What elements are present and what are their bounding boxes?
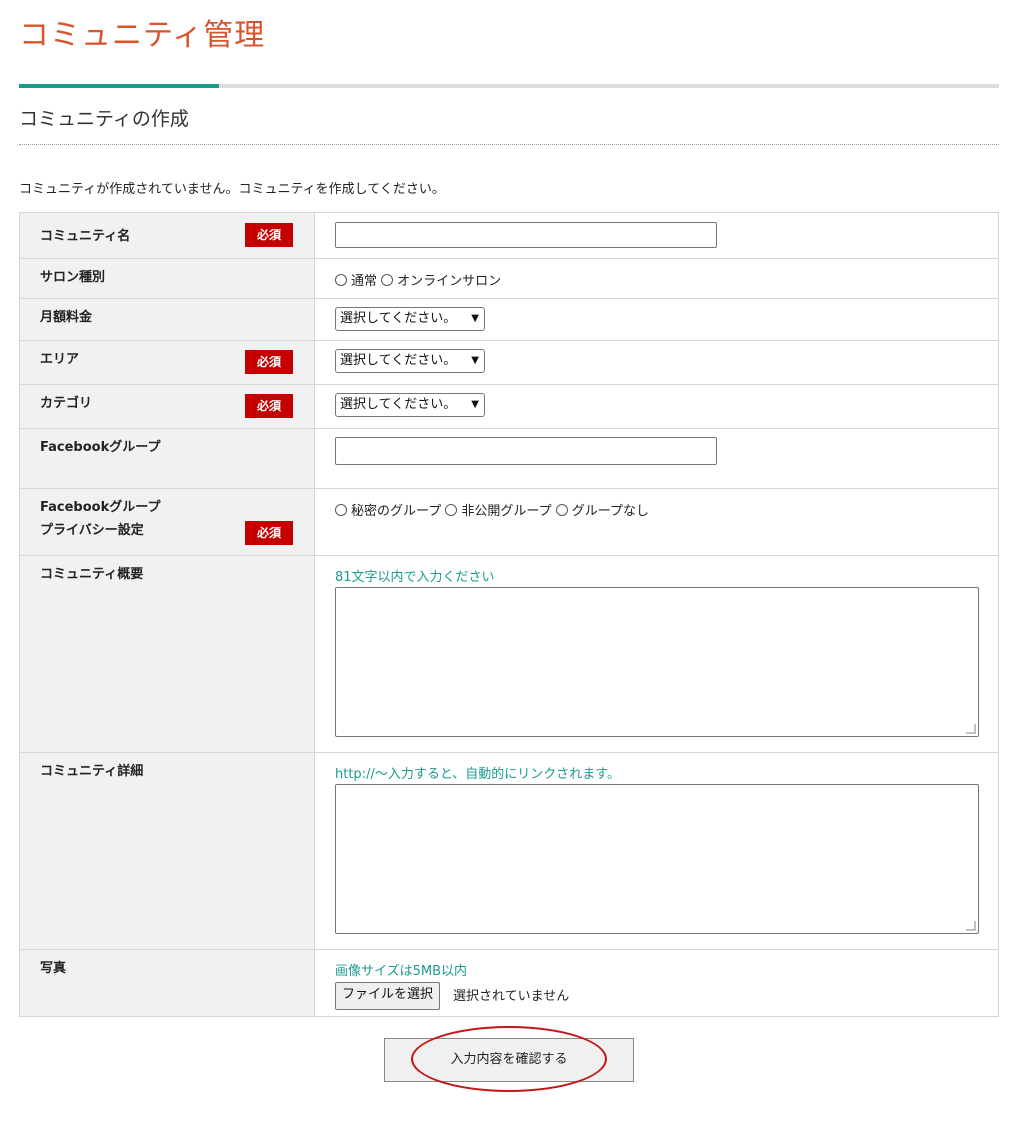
chevron-down-icon: ▼ <box>471 399 479 410</box>
salon-type-options: 通常 オンラインサロン <box>335 270 501 289</box>
required-badge: 必須 <box>245 350 293 374</box>
form-row-salon-type: サロン種別 通常 オンラインサロン <box>19 258 999 299</box>
form-row-monthly-fee: 月額料金 選択してください。 ▼ <box>19 298 999 341</box>
field-cell: 81文字以内で入力ください <box>314 555 999 753</box>
label-cell: 月額料金 <box>19 298 315 341</box>
required-badge: 必須 <box>245 223 293 247</box>
radio-icon[interactable] <box>335 274 347 286</box>
form-row-category: カテゴリ 必須 選択してください。 ▼ <box>19 384 999 429</box>
select-value: 選択してください。 <box>340 353 457 368</box>
form-row-summary: コミュニティ概要 81文字以内で入力ください <box>19 555 999 753</box>
label-cell: コミュニティ名 必須 <box>19 212 315 259</box>
page-title: コミュニティ管理 <box>19 18 266 53</box>
form-row-area: エリア 必須 選択してください。 ▼ <box>19 340 999 385</box>
section-title: コミュニティの作成 <box>19 108 189 130</box>
form-row-detail: コミュニティ詳細 http://～入力すると、自動的にリンクされます。 <box>19 752 999 950</box>
field-cell: 選択してください。 ▼ <box>314 298 999 341</box>
field-cell: 画像サイズは5MB以内 ファイルを選択 選択されていません <box>314 949 999 1017</box>
radio-label[interactable]: オンラインサロン <box>397 274 501 289</box>
field-cell: 選択してください。 ▼ <box>314 340 999 385</box>
facebook-group-input[interactable] <box>335 437 717 465</box>
radio-icon[interactable] <box>335 504 347 516</box>
summary-label: コミュニティ概要 <box>40 567 144 582</box>
form-row-photo: 写真 画像サイズは5MB以内 ファイルを選択 選択されていません <box>19 949 999 1017</box>
photo-hint: 画像サイズは5MB以内 <box>335 964 468 979</box>
radio-label[interactable]: 秘密のグループ <box>351 504 441 519</box>
radio-label[interactable]: 通常 <box>351 274 377 289</box>
title-divider-accent <box>19 84 219 88</box>
field-cell: 秘密のグループ 非公開グループ グループなし <box>314 488 999 556</box>
label-cell: コミュニティ詳細 <box>19 752 315 950</box>
required-badge: 必須 <box>245 394 293 418</box>
chevron-down-icon: ▼ <box>471 313 479 324</box>
label-cell: 写真 <box>19 949 315 1017</box>
salon-type-option-normal[interactable]: 通常 <box>335 274 377 289</box>
category-label: カテゴリ <box>40 396 93 411</box>
file-status: 選択されていません <box>453 989 570 1004</box>
required-badge: 必須 <box>245 521 293 545</box>
select-value: 選択してください。 <box>340 397 457 412</box>
area-label: エリア <box>40 352 80 367</box>
label-cell: エリア 必須 <box>19 340 315 385</box>
facebook-group-label: Facebookグループ <box>40 440 161 455</box>
resize-grip-icon[interactable] <box>966 724 976 734</box>
salon-type-option-online[interactable]: オンラインサロン <box>381 274 501 289</box>
detail-hint: http://～入力すると、自動的にリンクされます。 <box>335 767 621 782</box>
radio-label[interactable]: 非公開グループ <box>461 504 551 519</box>
community-name-label: コミュニティ名 <box>40 229 131 244</box>
detail-textarea[interactable] <box>335 784 979 934</box>
section-divider <box>19 144 999 145</box>
form-row-community-name: コミュニティ名 必須 <box>19 212 999 259</box>
label-cell: サロン種別 <box>19 258 315 299</box>
summary-hint: 81文字以内で入力ください <box>335 570 495 585</box>
category-select[interactable]: 選択してください。 ▼ <box>335 393 485 417</box>
monthly-fee-label: 月額料金 <box>40 310 93 325</box>
fb-privacy-option-none[interactable]: グループなし <box>555 504 649 519</box>
fb-privacy-option-secret[interactable]: 秘密のグループ <box>335 504 441 519</box>
notice-text: コミュニティが作成されていません。コミュニティを作成してください。 <box>19 182 445 197</box>
fb-privacy-options: 秘密のグループ 非公開グループ グループなし <box>335 500 649 519</box>
radio-icon[interactable] <box>381 274 394 286</box>
title-divider <box>19 84 999 88</box>
resize-grip-icon[interactable] <box>966 921 976 931</box>
label-cell: カテゴリ 必須 <box>19 384 315 429</box>
area-select[interactable]: 選択してください。 ▼ <box>335 349 485 373</box>
field-cell <box>314 428 999 489</box>
fb-privacy-label-line2: プライバシー設定 <box>40 523 144 538</box>
summary-textarea[interactable] <box>335 587 979 737</box>
confirm-input-button[interactable]: 入力内容を確認する <box>384 1038 634 1082</box>
file-select-button[interactable]: ファイルを選択 <box>335 982 441 1010</box>
field-cell <box>314 212 999 259</box>
fb-privacy-label-line1: Facebookグループ <box>40 500 161 515</box>
community-form: コミュニティ名 必須 サロン種別 通常 オンラインサロン 月額料金 選択してくだ… <box>19 212 999 1017</box>
form-row-fb-privacy: Facebookグループ プライバシー設定 必須 秘密のグループ 非公開グループ… <box>19 488 999 556</box>
field-cell: http://～入力すると、自動的にリンクされます。 <box>314 752 999 950</box>
field-cell: 通常 オンラインサロン <box>314 258 999 299</box>
fb-privacy-option-closed[interactable]: 非公開グループ <box>445 504 552 519</box>
form-row-facebook-group: Facebookグループ <box>19 428 999 489</box>
radio-icon[interactable] <box>555 504 568 516</box>
chevron-down-icon: ▼ <box>471 355 479 366</box>
radio-label[interactable]: グループなし <box>572 504 649 519</box>
photo-label: 写真 <box>40 961 67 976</box>
select-value: 選択してください。 <box>340 311 457 326</box>
community-name-input[interactable] <box>335 222 717 248</box>
radio-icon[interactable] <box>445 504 458 516</box>
label-cell: コミュニティ概要 <box>19 555 315 753</box>
label-cell: Facebookグループ プライバシー設定 必須 <box>19 488 315 556</box>
salon-type-label: サロン種別 <box>40 270 106 285</box>
field-cell: 選択してください。 ▼ <box>314 384 999 429</box>
label-cell: Facebookグループ <box>19 428 315 489</box>
monthly-fee-select[interactable]: 選択してください。 ▼ <box>335 307 485 331</box>
detail-label: コミュニティ詳細 <box>40 764 144 779</box>
